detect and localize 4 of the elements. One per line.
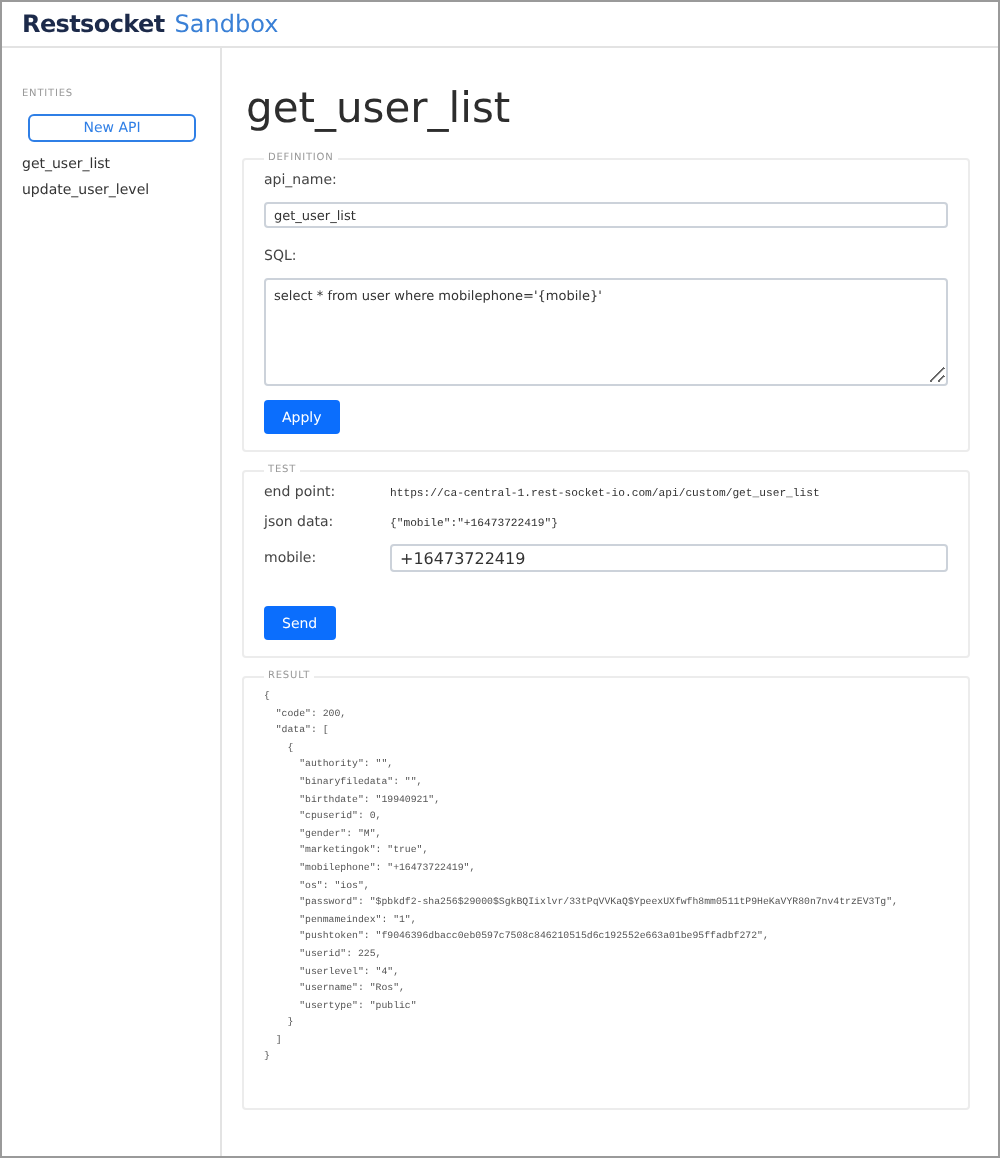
page-title: get_user_list — [246, 84, 513, 132]
brand-name: Restsocket — [22, 10, 165, 38]
product-name: Sandbox — [174, 10, 279, 38]
mobile-field[interactable]: +16473722419 — [390, 544, 948, 572]
